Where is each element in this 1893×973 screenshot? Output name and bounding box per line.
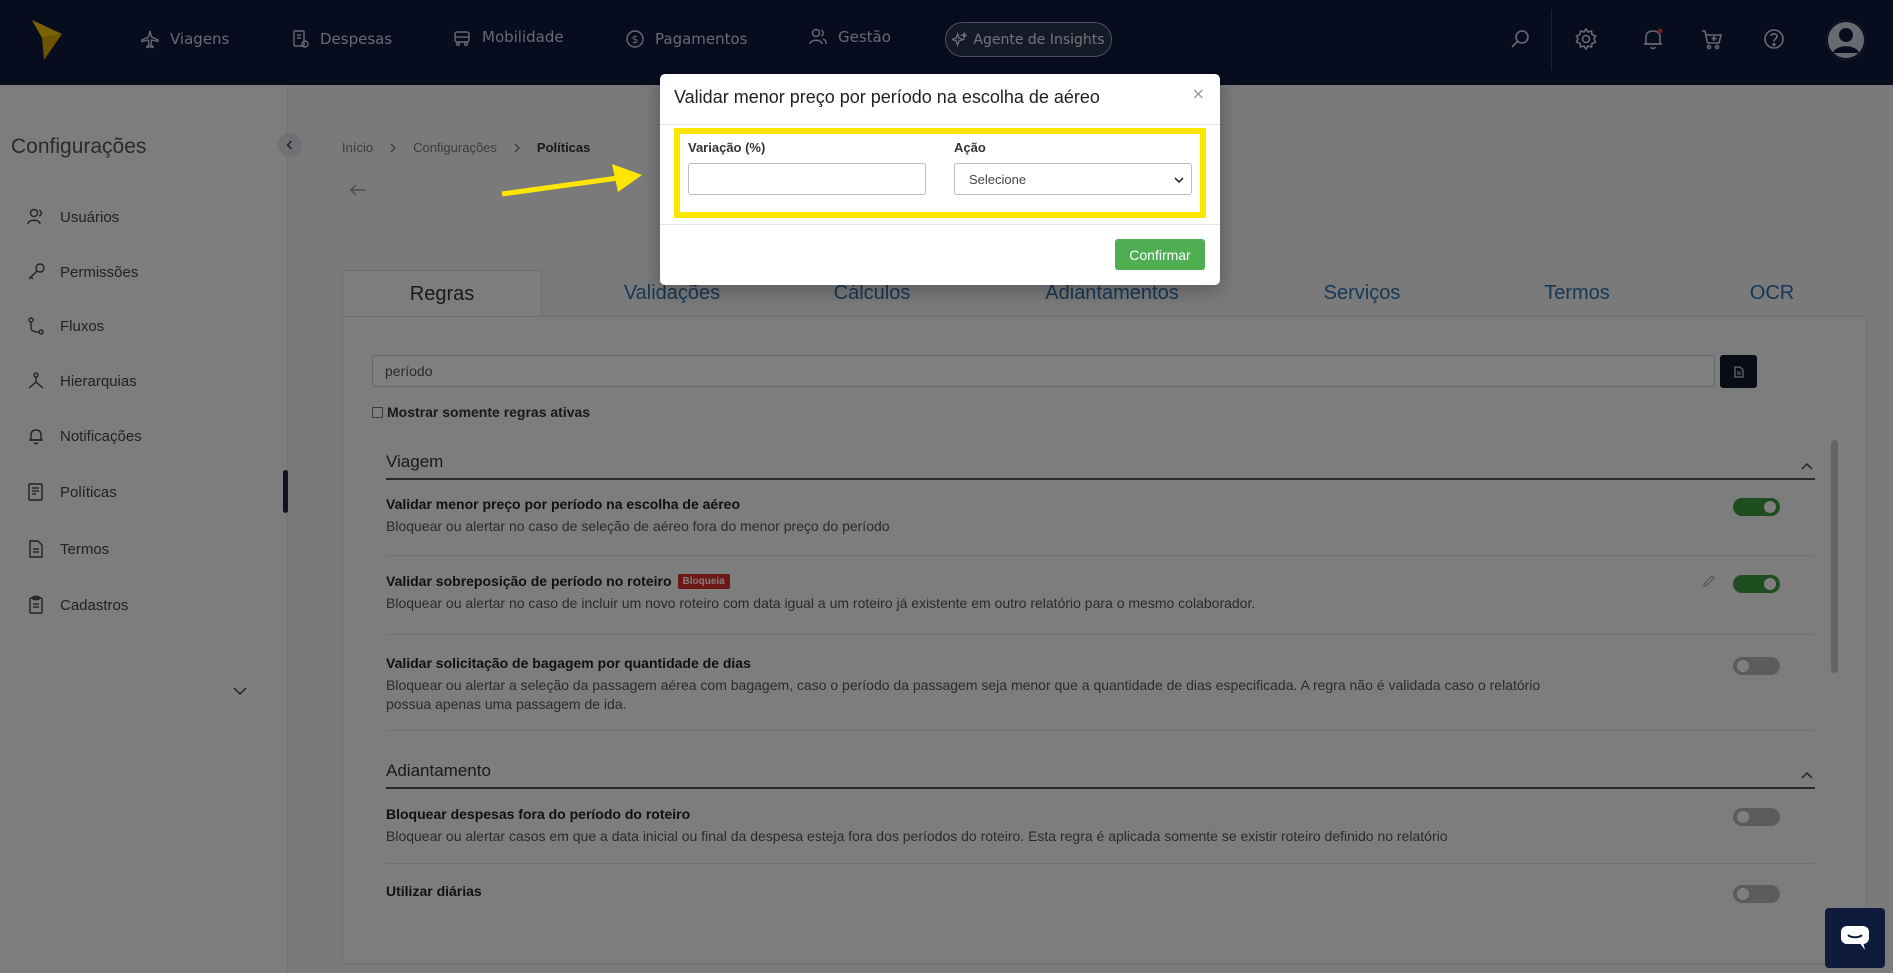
modal-divider	[660, 124, 1220, 125]
annotation-arrow-icon	[501, 164, 642, 197]
rule-config-modal: Validar menor preço por período na escol…	[660, 74, 1220, 285]
chat-icon	[1841, 926, 1869, 950]
modal-divider	[660, 224, 1220, 225]
action-select[interactable]: Selecione	[954, 163, 1192, 195]
close-icon[interactable]: ×	[1192, 84, 1205, 103]
action-select-value: Selecione	[969, 172, 1027, 187]
chat-support-button[interactable]	[1825, 908, 1885, 968]
modal-title: Validar menor preço por período na escol…	[674, 87, 1100, 107]
chevron-down-icon	[1174, 177, 1184, 184]
variation-input[interactable]	[688, 163, 926, 195]
action-label: Ação	[954, 140, 986, 155]
confirm-button[interactable]: Confirmar	[1115, 239, 1205, 270]
variation-label: Variação (%)	[688, 140, 766, 155]
